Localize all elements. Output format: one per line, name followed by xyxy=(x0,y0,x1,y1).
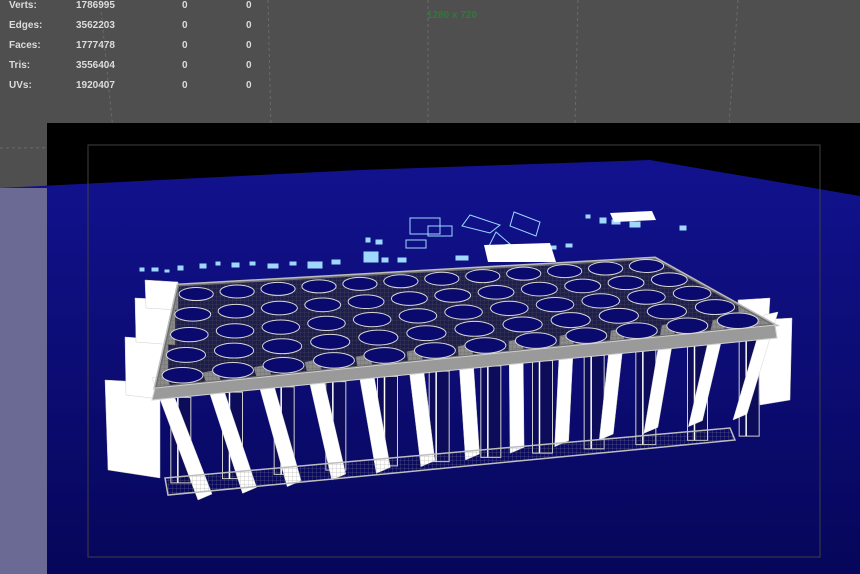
tray-hole xyxy=(178,287,214,302)
tray-hole xyxy=(628,258,665,273)
tray-hole xyxy=(301,279,337,294)
tray-hole xyxy=(215,323,255,339)
resolution-label: 1280 x 720 xyxy=(427,10,478,21)
tray-hole xyxy=(627,289,666,305)
tray-hole xyxy=(165,346,207,363)
tray-hole xyxy=(581,293,621,309)
tray-hole xyxy=(213,342,255,359)
tray-hole xyxy=(464,337,507,354)
tray-hole xyxy=(307,315,346,332)
hud-label: Edges: xyxy=(9,20,43,31)
hud-value: 0 xyxy=(182,0,188,11)
tray-hole xyxy=(465,269,501,284)
tray-hole xyxy=(390,291,428,306)
tray-hole xyxy=(212,362,254,379)
tray-hole xyxy=(520,281,558,297)
hud-value: 0 xyxy=(246,20,252,31)
tray-hole xyxy=(650,272,688,287)
hud-value: 1920407 xyxy=(76,80,115,91)
tray-hole xyxy=(358,329,399,346)
hud-value: 3562203 xyxy=(76,20,115,31)
tray-hole xyxy=(342,276,378,291)
tray-hole xyxy=(424,271,460,286)
tray-hole xyxy=(490,300,529,317)
tray-hole xyxy=(406,325,447,342)
tray-hole xyxy=(398,308,438,324)
tray-hole xyxy=(170,326,209,343)
hud-label: Tris: xyxy=(9,60,31,71)
hud-label: UVs: xyxy=(9,80,32,91)
tray-hole xyxy=(694,299,736,316)
tray-leg xyxy=(532,360,553,454)
hud-label: Verts: xyxy=(9,0,37,11)
tray-hole xyxy=(304,297,342,313)
hud-value: 3556404 xyxy=(76,60,115,71)
hud-value: 0 xyxy=(182,20,188,31)
tray-hole xyxy=(607,275,645,291)
tray-hole xyxy=(587,261,624,276)
tray-hole xyxy=(535,296,575,313)
hud-value: 0 xyxy=(246,40,252,51)
tray-hole xyxy=(174,307,212,322)
tray-hole xyxy=(310,333,351,350)
tray-hole xyxy=(550,312,591,329)
hud-value: 1777478 xyxy=(76,40,115,51)
tray-hole xyxy=(565,327,608,344)
tray-hole xyxy=(454,320,495,337)
tray-hole xyxy=(161,366,204,384)
hud-value: 0 xyxy=(246,0,252,11)
tray-hole xyxy=(506,266,542,281)
tray-hole xyxy=(502,316,543,333)
tray-leg xyxy=(480,365,502,458)
tray-hole xyxy=(261,319,301,335)
tray-hole xyxy=(477,284,515,300)
hud-value: 0 xyxy=(182,80,188,91)
tray-hole xyxy=(262,338,303,355)
tray-hole xyxy=(383,274,419,289)
hud-value: 0 xyxy=(182,60,188,71)
tray-hole xyxy=(444,304,483,320)
gray-overlay-left xyxy=(0,188,47,574)
tray-hole xyxy=(260,281,296,296)
tray-hole xyxy=(598,307,639,324)
tray-hole xyxy=(514,332,557,349)
tray-hole xyxy=(219,284,255,299)
hud-value: 0 xyxy=(246,60,252,71)
hud-label: Faces: xyxy=(9,40,41,51)
statistics-hud: Verts: 1786995 0 0 Edges: 3562203 0 0 Faces: 1777… xyxy=(0,0,270,100)
tray-hole xyxy=(434,288,472,303)
tray-hole xyxy=(347,294,385,310)
tray-hole xyxy=(716,312,759,330)
hud-value: 1786995 xyxy=(76,0,115,11)
tray-hole xyxy=(615,322,658,339)
hud-value: 0 xyxy=(182,40,188,51)
tray-hole xyxy=(672,285,712,302)
hud-value: 0 xyxy=(246,80,252,91)
tray-hole xyxy=(313,352,355,369)
distant-white-box xyxy=(484,243,556,262)
tray-hole xyxy=(547,264,583,279)
tray-hole xyxy=(413,342,456,359)
tray-hole xyxy=(646,303,687,320)
tray-hole xyxy=(352,311,392,328)
tray-hole xyxy=(363,347,406,364)
tray-hole xyxy=(564,278,602,294)
tray-hole xyxy=(262,357,305,374)
tray-hole xyxy=(260,300,298,316)
tray-hole xyxy=(217,303,255,319)
tray-hole xyxy=(666,317,709,334)
